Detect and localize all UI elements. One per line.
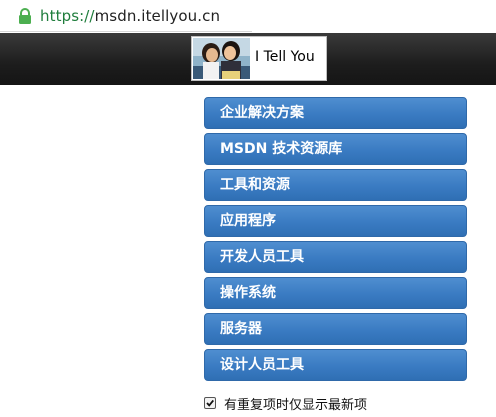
checkmark-icon (206, 399, 214, 407)
latest-only-filter: 有重复项时仅显示最新项 (204, 394, 367, 413)
site-header: I Tell You (0, 33, 496, 85)
menu-item-tools-resources[interactable]: 工具和资源 (204, 169, 467, 201)
menu-item-servers[interactable]: 服务器 (204, 313, 467, 345)
menu-item-applications[interactable]: 应用程序 (204, 205, 467, 237)
lock-icon (19, 8, 31, 24)
menu-item-msdn-library[interactable]: MSDN 技术资源库 (204, 133, 467, 165)
menu-item-developer-tools[interactable]: 开发人员工具 (204, 241, 467, 273)
menu-item-enterprise-solutions[interactable]: 企业解决方案 (204, 97, 467, 129)
logo-photo-image (193, 38, 250, 79)
url-field[interactable]: https://msdn.itellyou.cn (0, 0, 252, 32)
address-bar: https://msdn.itellyou.cn (0, 0, 496, 33)
menu-item-operating-systems[interactable]: 操作系统 (204, 277, 467, 309)
menu-item-designer-tools[interactable]: 设计人员工具 (204, 349, 467, 381)
category-menu: 企业解决方案 MSDN 技术资源库 工具和资源 应用程序 开发人员工具 操作系统… (204, 97, 467, 385)
logo-text: I Tell You (255, 49, 315, 65)
latest-only-label[interactable]: 有重复项时仅显示最新项 (224, 394, 367, 413)
url-scheme: https:// (40, 7, 95, 25)
latest-only-checkbox[interactable] (204, 397, 216, 409)
site-logo[interactable]: I Tell You (191, 36, 327, 81)
url-text: https://msdn.itellyou.cn (40, 7, 220, 25)
url-host: msdn.itellyou.cn (94, 7, 221, 25)
